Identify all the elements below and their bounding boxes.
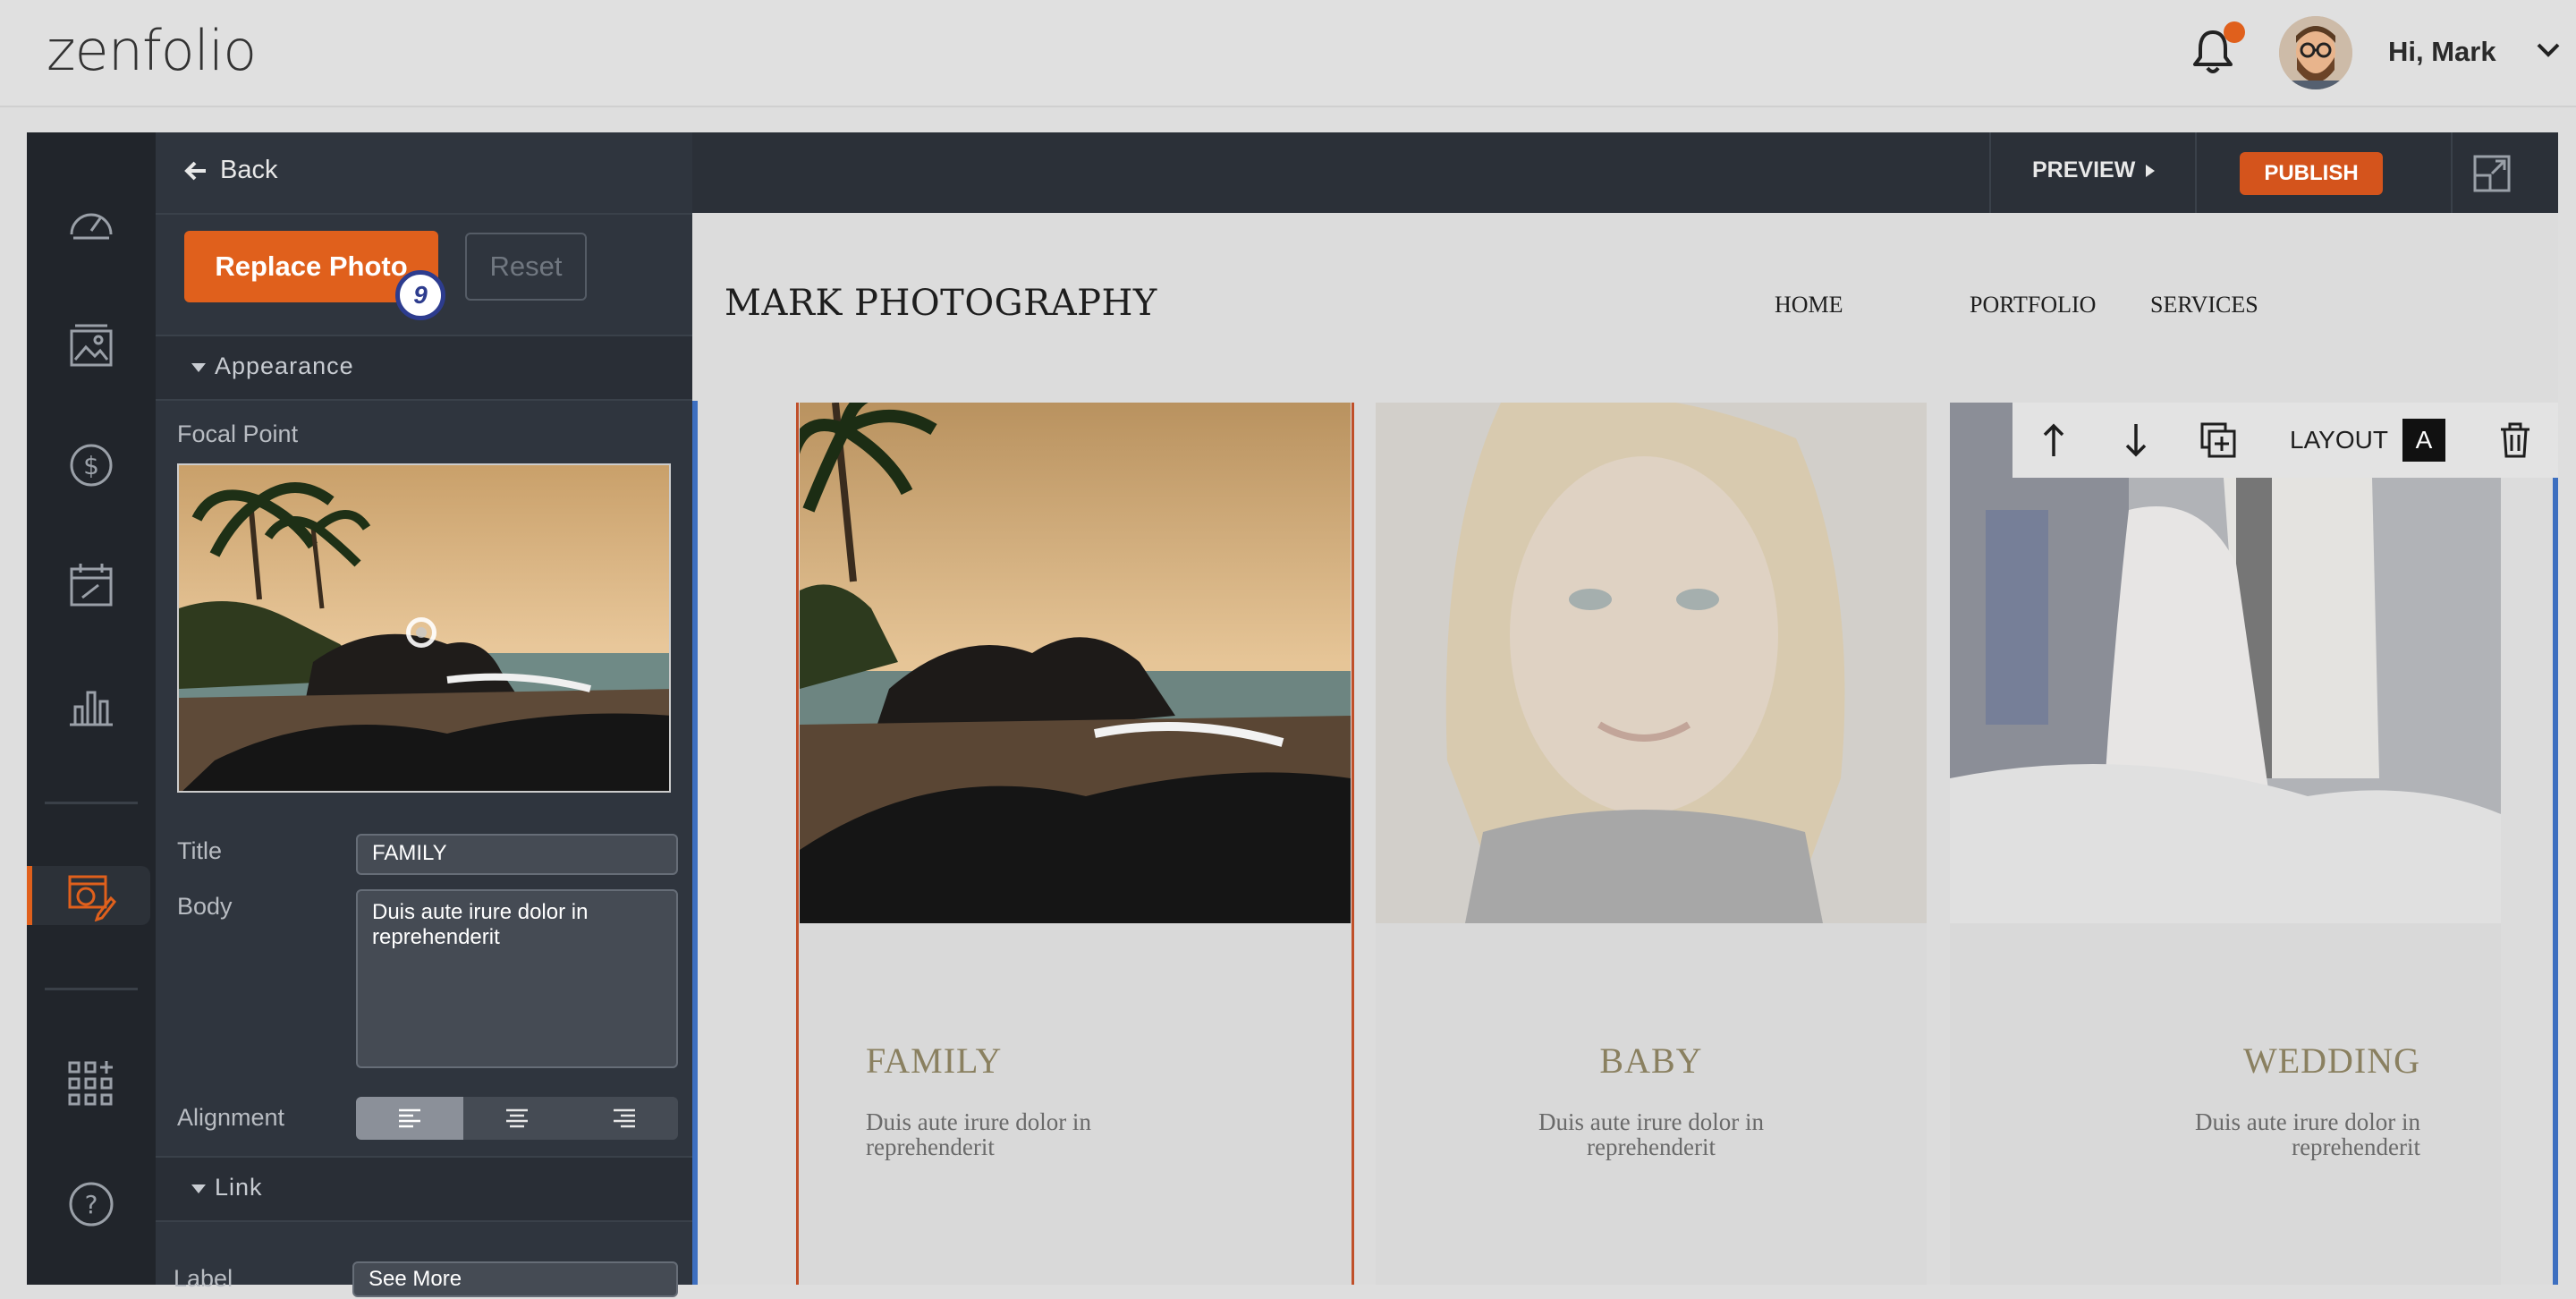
caret-down-icon xyxy=(191,1184,206,1193)
appearance-label: Appearance xyxy=(215,352,354,379)
card-image[interactable] xyxy=(800,403,1351,923)
chevron-down-icon[interactable] xyxy=(2535,41,2562,59)
arrow-up-icon[interactable] xyxy=(2034,420,2073,460)
left-rail: $ ? xyxy=(27,132,156,1285)
align-center-icon xyxy=(506,1108,528,1128)
nav-services[interactable]: SERVICES xyxy=(2150,292,2258,318)
notification-dot xyxy=(2224,21,2245,43)
card-image[interactable] xyxy=(1376,403,1927,923)
card-family[interactable]: FAMILY Duis aute irure dolor in reprehen… xyxy=(800,403,1351,1285)
card-image[interactable] xyxy=(1950,403,2501,923)
toolbar-divider xyxy=(2195,132,2197,213)
nav-home[interactable]: HOME xyxy=(1775,292,1843,318)
body-textarea[interactable]: Duis aute irure dolor in reprehenderit xyxy=(356,889,678,1068)
svg-text:?: ? xyxy=(85,1190,98,1219)
link-label: Link xyxy=(215,1174,263,1201)
photos-icon[interactable] xyxy=(66,320,116,370)
play-triangle-icon xyxy=(2146,164,2156,177)
card-body[interactable]: Duis aute irure dolor in reprehenderit xyxy=(1499,1109,1803,1159)
label-field-label: Label xyxy=(174,1265,233,1292)
zenfolio-logo[interactable]: zenfolio xyxy=(47,18,257,83)
body-label: Body xyxy=(177,893,233,920)
website-editor-icon[interactable] xyxy=(66,871,116,921)
card-baby[interactable]: BABY Duis aute irure dolor in reprehende… xyxy=(1376,403,1927,1285)
title-input[interactable]: FAMILY xyxy=(356,834,678,875)
focal-point-label: Focal Point xyxy=(177,420,299,447)
alignment-label: Alignment xyxy=(177,1104,285,1131)
calendar-icon[interactable] xyxy=(66,560,116,610)
alignment-toggle xyxy=(356,1097,678,1140)
card-title[interactable]: FAMILY xyxy=(866,1040,1002,1082)
duplicate-icon[interactable] xyxy=(2199,420,2238,460)
editor-app: $ ? Back Replace Photo 9 Reset Appearanc… xyxy=(27,132,2558,1297)
toolbar-divider xyxy=(2451,132,2453,213)
portrait-photo xyxy=(1376,403,1927,923)
toolbar-divider xyxy=(1989,132,1991,213)
preview-button[interactable]: PREVIEW xyxy=(2032,157,2157,183)
title-label: Title xyxy=(177,837,223,864)
align-right-button[interactable] xyxy=(571,1097,678,1140)
top-bar: zenfolio Hi, Mark xyxy=(0,0,2576,107)
site-canvas: MARK PHOTOGRAPHY HOME PORTFOLIO SERVICES xyxy=(692,213,2558,1285)
selection-edge xyxy=(692,401,698,1285)
card-title[interactable]: WEDDING xyxy=(2243,1040,2420,1082)
card-title[interactable]: BABY xyxy=(1376,1040,1927,1082)
card-wedding[interactable]: WEDDING Duis aute irure dolor in reprehe… xyxy=(1950,403,2501,1285)
caret-down-icon xyxy=(191,363,206,372)
dashboard-gauge-icon[interactable] xyxy=(66,199,116,249)
focal-point-handle[interactable] xyxy=(406,617,436,648)
layout-selector[interactable]: A xyxy=(2402,419,2445,462)
back-bar: Back xyxy=(156,132,692,215)
selection-edge xyxy=(2553,478,2558,1285)
appearance-section-header[interactable]: Appearance xyxy=(156,335,692,401)
expand-fullscreen-icon[interactable] xyxy=(2472,154,2512,193)
wedding-photo xyxy=(1950,403,2501,923)
align-right-icon xyxy=(614,1108,635,1128)
link-section-header[interactable]: Link xyxy=(156,1156,692,1222)
link-label-input[interactable]: See More xyxy=(352,1261,678,1297)
back-button[interactable]: Back xyxy=(184,156,277,185)
trash-icon[interactable] xyxy=(2496,420,2535,460)
beach-photo xyxy=(800,403,1351,923)
settings-panel: Back Replace Photo 9 Reset Appearance Fo… xyxy=(156,132,692,1297)
svg-text:$: $ xyxy=(83,451,99,480)
rail-divider xyxy=(45,802,138,804)
rail-divider xyxy=(45,988,138,990)
arrow-left-icon xyxy=(184,161,206,180)
apps-grid-icon[interactable] xyxy=(66,1057,116,1108)
align-center-button[interactable] xyxy=(463,1097,571,1140)
card-body[interactable]: Duis aute irure dolor in reprehenderit xyxy=(2116,1109,2420,1159)
nav-portfolio[interactable]: PORTFOLIO xyxy=(1970,292,2096,318)
align-left-button[interactable] xyxy=(356,1097,463,1140)
layout-label: LAYOUT xyxy=(2290,426,2388,454)
reset-button[interactable]: Reset xyxy=(465,233,587,301)
preview-label: PREVIEW xyxy=(2032,157,2136,183)
arrow-down-icon[interactable] xyxy=(2116,420,2156,460)
help-icon[interactable]: ? xyxy=(66,1179,116,1229)
block-toolbar: LAYOUT A xyxy=(2012,403,2558,478)
analytics-icon[interactable] xyxy=(66,680,116,730)
card-body[interactable]: Duis aute irure dolor in reprehenderit xyxy=(866,1109,1170,1159)
step-badge: 9 xyxy=(395,270,445,320)
user-greeting[interactable]: Hi, Mark xyxy=(2388,36,2496,68)
dollar-icon[interactable]: $ xyxy=(66,440,116,490)
site-title[interactable]: MARK PHOTOGRAPHY xyxy=(724,283,1157,324)
focal-point-picker[interactable] xyxy=(177,463,671,793)
avatar[interactable] xyxy=(2279,16,2352,89)
publish-button[interactable]: PUBLISH xyxy=(2240,152,2383,195)
align-left-icon xyxy=(399,1108,420,1128)
back-label: Back xyxy=(220,156,278,184)
